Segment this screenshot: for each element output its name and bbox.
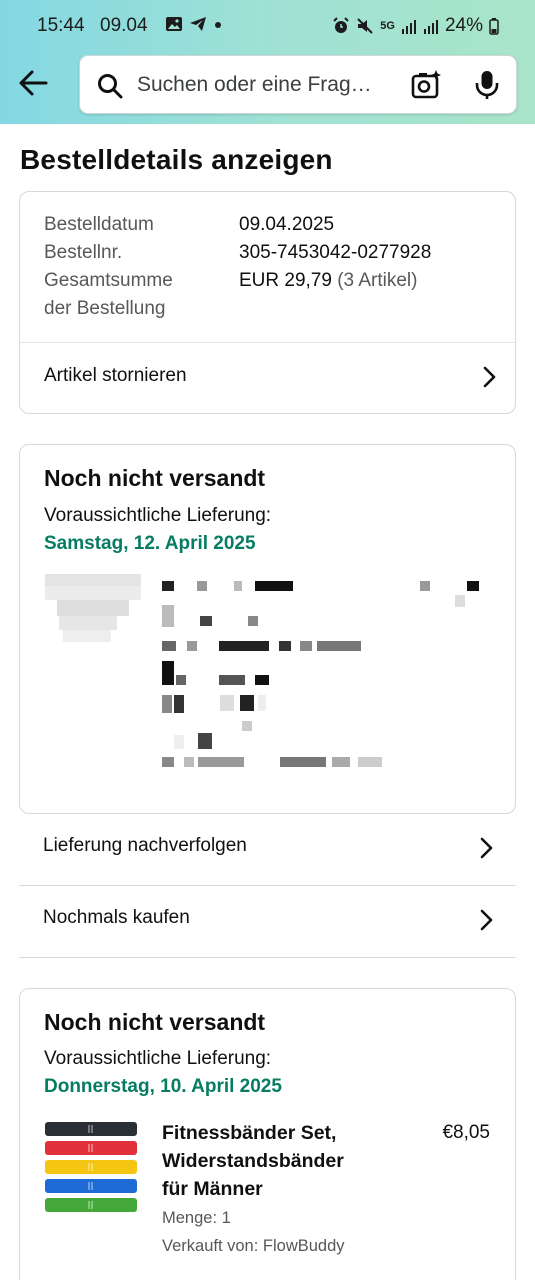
- pixelated-product-image: [45, 574, 141, 652]
- mute-icon: [357, 18, 373, 34]
- battery-level: 24%: [444, 15, 483, 36]
- shipment-status: Noch nicht versandt: [44, 1009, 266, 1035]
- chevron-right-icon: [480, 909, 493, 931]
- signal-icon: [401, 20, 416, 34]
- order-total-amount: EUR 29,79: [239, 270, 332, 291]
- battery-icon: [489, 18, 499, 35]
- track-delivery-link[interactable]: Lieferung nachverfolgen: [19, 814, 516, 885]
- search-input[interactable]: Suchen oder eine Frag…: [137, 73, 387, 97]
- delivery-date: Donnerstag, 10. April 2025: [44, 1076, 282, 1097]
- signal-icon-2: [423, 20, 438, 34]
- status-time: 15:44: [37, 15, 85, 36]
- order-total-label: Gesamtsumme: [44, 270, 173, 291]
- order-date-value: 09.04.2025: [239, 214, 335, 235]
- telegram-icon: [190, 17, 206, 31]
- order-date-label: Bestelldatum: [44, 214, 154, 235]
- gallery-icon: [166, 17, 182, 31]
- track-delivery-label: Lieferung nachverfolgen: [43, 835, 247, 856]
- order-number-value: 305-7453042-0277928: [239, 242, 432, 263]
- cancel-items-label: Artikel stornieren: [44, 365, 187, 386]
- order-total-label-2: der Bestellung: [44, 298, 166, 319]
- status-bar: 15:44 09.04 5G 24%: [0, 0, 535, 52]
- buy-again-link[interactable]: Nochmals kaufen: [19, 886, 516, 957]
- network-5g-icon: 5G: [380, 20, 395, 32]
- delivery-date: Samstag, 12. April 2025: [44, 533, 256, 554]
- order-item-count: (3 Artikel): [337, 270, 418, 291]
- search-bar[interactable]: Suchen oder eine Frag…: [79, 55, 517, 114]
- product-price: €8,05: [442, 1122, 490, 1143]
- shipment-card-2: Noch nicht versandt Voraussichtliche Lie…: [19, 988, 516, 1280]
- cancel-items-link[interactable]: Artikel stornieren: [20, 343, 515, 413]
- buy-again-label: Nochmals kaufen: [43, 907, 190, 928]
- page-title: Bestelldetails anzeigen: [20, 144, 333, 175]
- order-summary-card: Bestelldatum 09.04.2025 Bestellnr. 305-7…: [19, 191, 516, 414]
- order-number-label: Bestellnr.: [44, 242, 123, 263]
- product-image-resistance-bands[interactable]: [44, 1120, 138, 1214]
- product-seller: Verkauft von: FlowBuddy: [162, 1237, 345, 1255]
- microphone-icon[interactable]: [473, 69, 501, 101]
- order-total-value: EUR 29,79 (3 Artikel): [239, 270, 417, 292]
- back-arrow-icon[interactable]: [16, 66, 50, 100]
- shipment-card-1: Noch nicht versandt Voraussichtliche Lie…: [19, 444, 516, 814]
- shipment-status: Noch nicht versandt: [44, 465, 266, 491]
- chevron-right-icon: [483, 366, 496, 388]
- status-date: 09.04: [100, 15, 148, 36]
- delivery-label: Voraussichtliche Lieferung:: [44, 505, 272, 526]
- divider: [19, 957, 516, 958]
- alarm-icon: [333, 17, 349, 33]
- redacted-address: [162, 575, 502, 775]
- search-icon: [98, 74, 123, 99]
- notification-dot-icon: [215, 22, 221, 28]
- delivery-label: Voraussichtliche Lieferung:: [44, 1048, 272, 1069]
- product-quantity: Menge: 1: [162, 1209, 231, 1227]
- chevron-right-icon: [480, 837, 493, 859]
- camera-search-icon[interactable]: [410, 69, 442, 101]
- app-header: 15:44 09.04 5G 24% Suchen oder eine Frag…: [0, 0, 535, 124]
- product-title-link[interactable]: Fitnessbänder Set, Widerstandsbänder für…: [162, 1119, 372, 1203]
